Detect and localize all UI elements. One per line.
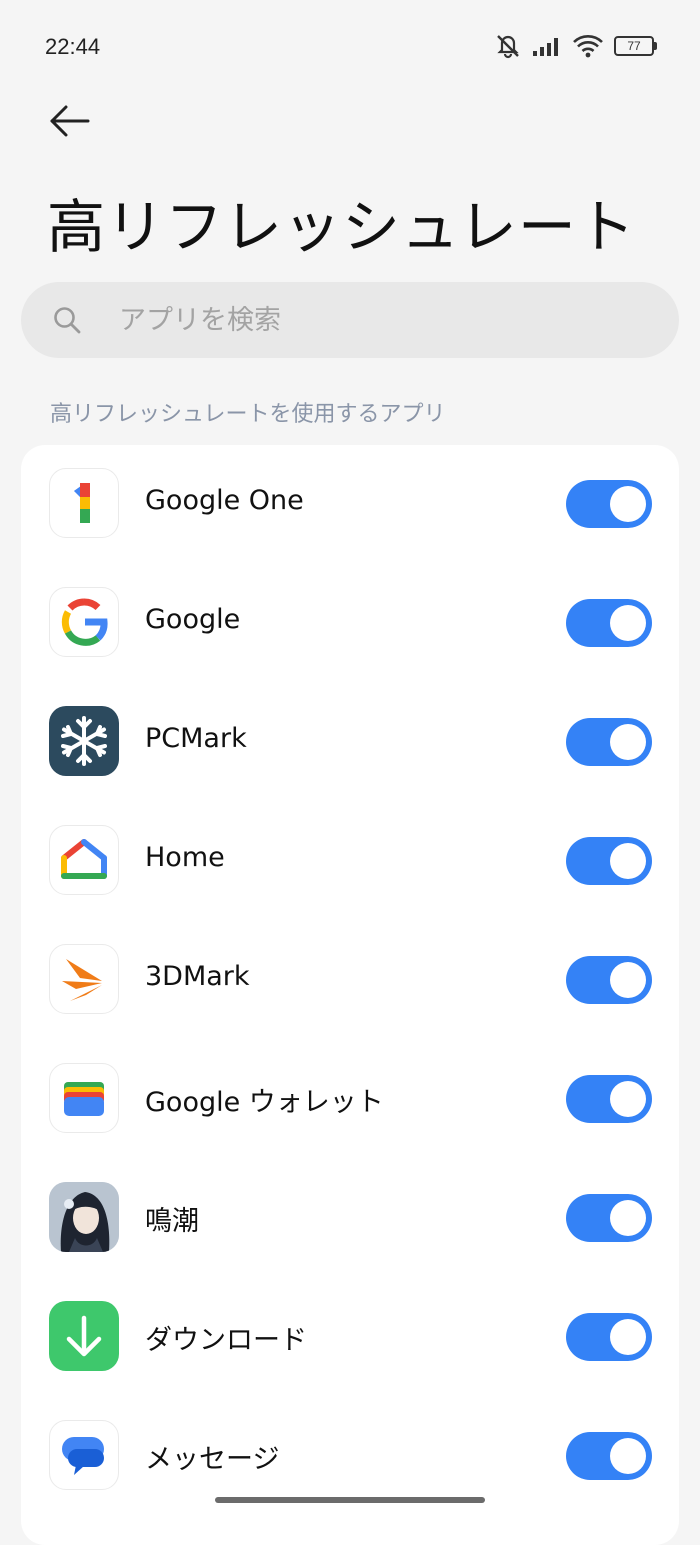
- status-time: 22:44: [45, 34, 101, 59]
- app-name: Home: [145, 842, 225, 873]
- search-bar[interactable]: [21, 282, 679, 358]
- google-one-icon: [49, 468, 119, 538]
- app-name: Google: [145, 604, 241, 635]
- messages-icon: [49, 1420, 119, 1490]
- search-input[interactable]: [119, 282, 639, 358]
- wifi-icon: [572, 33, 604, 59]
- home-indicator[interactable]: [215, 1497, 485, 1503]
- list-item[interactable]: Home: [21, 802, 679, 921]
- toggle-switch[interactable]: [566, 837, 652, 885]
- list-item[interactable]: Google: [21, 564, 679, 683]
- battery-icon: 77: [614, 36, 657, 56]
- list-item[interactable]: 鳴潮: [21, 1159, 679, 1278]
- status-icons: 77: [494, 32, 657, 60]
- app-list: Google One Google PCMark Home 3DMark Goo…: [21, 445, 679, 1545]
- google-home-icon: [49, 825, 119, 895]
- toggle-switch[interactable]: [566, 718, 652, 766]
- search-icon: [54, 307, 81, 334]
- status-bar: 22:44 77: [0, 0, 700, 96]
- download-icon: [49, 1301, 119, 1371]
- app-name: PCMark: [145, 723, 247, 754]
- toggle-switch[interactable]: [566, 1432, 652, 1480]
- list-item[interactable]: ダウンロード: [21, 1278, 679, 1397]
- 3dmark-icon: [49, 944, 119, 1014]
- list-item[interactable]: 3DMark: [21, 921, 679, 1040]
- toggle-switch[interactable]: [566, 956, 652, 1004]
- google-icon: [49, 587, 119, 657]
- list-item[interactable]: Google One: [21, 445, 679, 564]
- list-item[interactable]: PCMark: [21, 683, 679, 802]
- arrow-left-icon: [50, 105, 90, 137]
- back-button[interactable]: [44, 98, 96, 144]
- toggle-switch[interactable]: [566, 480, 652, 528]
- page-title: 高リフレッシュレート: [47, 193, 636, 261]
- toggle-switch[interactable]: [566, 1313, 652, 1361]
- app-name: メッセージ: [145, 1444, 280, 1475]
- google-wallet-icon: [49, 1063, 119, 1133]
- toggle-switch[interactable]: [566, 1075, 652, 1123]
- signal-icon: [532, 35, 562, 57]
- toggle-switch[interactable]: [566, 599, 652, 647]
- pcmark-icon: [49, 706, 119, 776]
- app-name: Google ウォレット: [145, 1087, 384, 1118]
- toggle-switch[interactable]: [566, 1194, 652, 1242]
- app-name: 鳴潮: [145, 1206, 199, 1237]
- app-name: ダウンロード: [145, 1325, 307, 1356]
- section-label: 高リフレッシュレートを使用するアプリ: [50, 402, 446, 427]
- wuthering-waves-icon: [49, 1182, 119, 1252]
- list-item[interactable]: Google ウォレット: [21, 1040, 679, 1159]
- battery-level: 77: [614, 36, 654, 56]
- app-name: 3DMark: [145, 961, 250, 992]
- mute-icon: [494, 32, 522, 60]
- app-name: Google One: [145, 485, 304, 516]
